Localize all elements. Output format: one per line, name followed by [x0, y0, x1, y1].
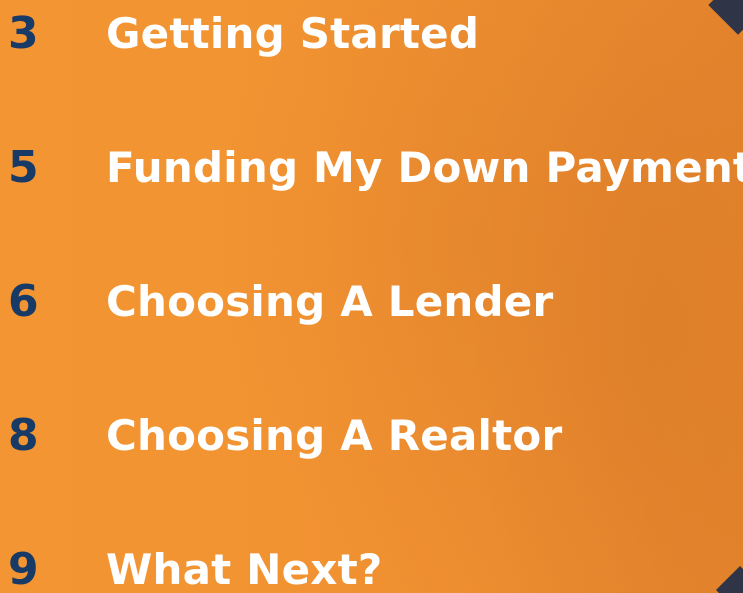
- toc-title: What Next?: [106, 545, 383, 593]
- toc-page-number: 3: [8, 8, 39, 59]
- toc-title: Choosing A Realtor: [106, 411, 563, 460]
- toc-page-number: 5: [8, 142, 39, 193]
- table-of-contents: 3 Getting Started 5 Funding My Down Paym…: [0, 0, 743, 593]
- toc-title: Choosing A Lender: [106, 277, 554, 326]
- toc-page-number: 6: [8, 276, 39, 327]
- toc-page-number: 8: [8, 410, 39, 461]
- table-of-contents-page: 3 Getting Started 5 Funding My Down Paym…: [0, 0, 743, 593]
- toc-title: Funding My Down Payment: [106, 143, 743, 192]
- toc-title: Getting Started: [106, 9, 480, 58]
- toc-page-number: 9: [8, 544, 39, 593]
